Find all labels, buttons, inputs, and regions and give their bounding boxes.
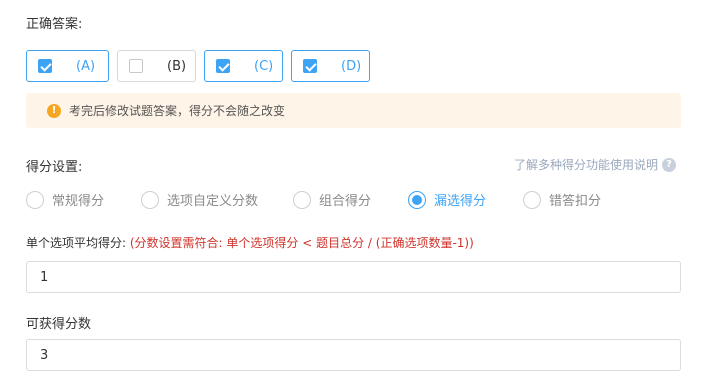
radio-icon	[523, 190, 541, 209]
radio-icon	[293, 190, 311, 209]
average-score-label: 单个选项平均得分: (分数设置需符合: 单个选项得分 < 题目总分 / (正确选…	[26, 234, 474, 251]
correct-answer-label: 正确答案:	[26, 17, 83, 32]
radio-label: 错答扣分	[549, 194, 602, 209]
answer-options: (A) (B) (C) (D)	[26, 50, 370, 82]
warning-icon: !	[47, 103, 61, 118]
answer-option-label: (C)	[254, 58, 274, 74]
checkbox-checked-icon	[303, 59, 317, 73]
checkbox-empty-icon	[129, 59, 143, 73]
question-circle-icon: ?	[662, 157, 676, 172]
checkbox-checked-icon	[38, 59, 52, 73]
checkbox-checked-icon	[216, 59, 230, 73]
radio-icon	[26, 190, 44, 209]
scoring-settings-label: 得分设置:	[26, 160, 83, 175]
scoring-mode-normal[interactable]: 常规得分	[26, 190, 141, 209]
average-score-rule: (分数设置需符合: 单个选项得分 < 题目总分 / (正确选项数量-1))	[129, 236, 474, 250]
average-score-title: 单个选项平均得分:	[26, 236, 127, 250]
radio-label: 漏选得分	[434, 194, 487, 209]
scoring-mode-deduct[interactable]: 错答扣分	[523, 190, 623, 209]
answer-option-d[interactable]: (D)	[291, 50, 370, 82]
scoring-mode-combination[interactable]: 组合得分	[293, 190, 408, 209]
scoring-help-link[interactable]: 了解多种得分功能使用说明 ?	[514, 156, 676, 173]
warning-text: 考完后修改试题答案，得分不会随之改变	[69, 104, 286, 118]
radio-selected-icon	[408, 190, 426, 209]
radio-icon	[141, 190, 159, 209]
radio-label: 组合得分	[319, 194, 372, 209]
scoring-mode-custom-option[interactable]: 选项自定义分数	[141, 190, 293, 209]
answer-option-c[interactable]: (C)	[204, 50, 283, 82]
scoring-help-text: 了解多种得分功能使用说明	[513, 158, 658, 172]
average-score-input[interactable]	[26, 261, 681, 293]
answer-option-b[interactable]: (B)	[117, 50, 196, 82]
total-score-label: 可获得分数	[26, 317, 92, 332]
scoring-mode-partial[interactable]: 漏选得分	[408, 190, 523, 209]
total-score-input[interactable]	[26, 339, 681, 371]
scoring-mode-group: 常规得分 选项自定义分数 组合得分 漏选得分 错答扣分	[26, 190, 623, 209]
answer-option-label: (B)	[167, 58, 187, 74]
warning-banner: ! 考完后修改试题答案，得分不会随之改变	[26, 93, 681, 128]
answer-option-label: (A)	[76, 58, 96, 74]
radio-label: 常规得分	[52, 194, 105, 209]
radio-label: 选项自定义分数	[167, 194, 259, 209]
answer-option-a[interactable]: (A)	[26, 50, 109, 82]
answer-option-label: (D)	[341, 58, 362, 74]
